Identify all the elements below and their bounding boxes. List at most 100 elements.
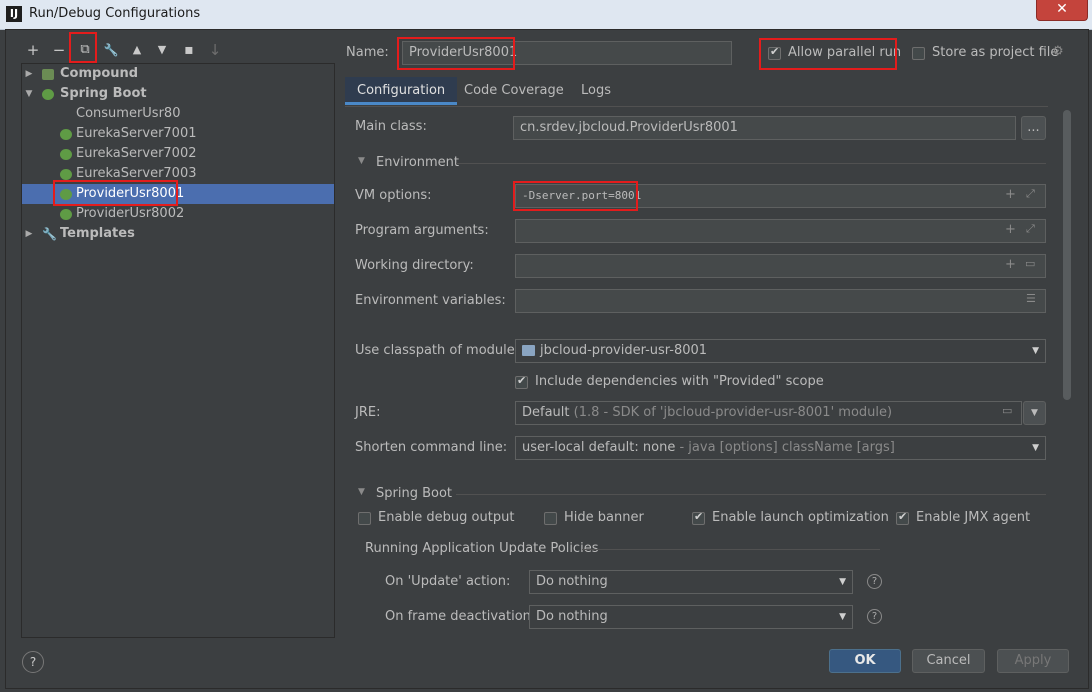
jre-dropdown-button[interactable]: ▼ (1023, 401, 1046, 425)
close-button[interactable]: ✕ (1036, 0, 1088, 21)
jmx-checkbox[interactable] (896, 510, 909, 525)
classpath-label: Use classpath of module: (355, 343, 520, 358)
spring-boot-icon (42, 89, 54, 100)
new-folder-button[interactable]: ▪ (179, 41, 199, 59)
tree-label: Templates (60, 226, 135, 241)
spring-boot-icon (60, 169, 72, 180)
gear-icon[interactable]: ⚙ (1052, 44, 1064, 59)
policies-title: Running Application Update Policies (365, 541, 599, 556)
add-config-button[interactable]: + (23, 41, 43, 59)
ok-button[interactable]: OK (829, 649, 901, 673)
help-button[interactable]: ? (22, 651, 44, 673)
env-vars-input[interactable] (515, 289, 1046, 313)
launch-opt-checkbox[interactable] (692, 510, 705, 525)
help-icon[interactable]: ? (867, 574, 882, 589)
app-icon: IJ (6, 6, 22, 22)
collapse-arrow-icon[interactable]: ▼ (358, 487, 365, 497)
edit-list-icon[interactable]: ☰ (1026, 292, 1036, 305)
tree-node-templates[interactable]: ▶ 🔧 Templates (22, 224, 334, 244)
highlight-parallel-run (759, 38, 897, 70)
apply-button[interactable]: Apply (997, 649, 1069, 673)
tree-label: EurekaServer7001 (76, 126, 197, 141)
chevron-down-icon: ▼ (1032, 346, 1039, 356)
chevron-down-icon: ▼ (1032, 443, 1039, 453)
highlight-name-input (397, 37, 515, 70)
jmx-label: Enable JMX agent (916, 510, 1031, 525)
collapse-arrow-icon[interactable]: ▼ (358, 156, 365, 166)
spring-boot-icon (60, 129, 72, 140)
env-vars-label: Environment variables: (355, 293, 506, 308)
shorten-hint: - java [options] className [args] (679, 440, 895, 455)
jre-value: Default (522, 405, 570, 420)
cancel-button[interactable]: Cancel (912, 649, 985, 673)
edit-defaults-button[interactable]: 🔧 (101, 41, 121, 59)
working-dir-label: Working directory: (355, 258, 474, 273)
jre-input[interactable]: Default (1.8 - SDK of 'jbcloud-provider-… (515, 401, 1022, 425)
tree-item-consumer[interactable]: ConsumerUsr80 (22, 104, 334, 124)
update-action-value: Do nothing (536, 574, 608, 589)
main-class-input[interactable]: cn.srdev.jbcloud.ProviderUsr8001 (513, 116, 1016, 140)
frame-deactivation-value: Do nothing (536, 609, 608, 624)
classpath-dropdown[interactable]: jbcloud-provider-usr-8001 ▼ (515, 339, 1046, 363)
spring-boot-icon (60, 209, 72, 220)
expand-arrow-icon[interactable]: ▶ (24, 64, 34, 84)
hide-banner-checkbox[interactable] (544, 512, 557, 525)
shorten-dropdown[interactable]: user-local default: none - java [options… (515, 436, 1046, 460)
tree-node-compound[interactable]: ▶ Compound (22, 64, 334, 84)
remove-config-button[interactable]: − (49, 41, 69, 59)
tree-item-eureka7002[interactable]: EurekaServer7002 (22, 144, 334, 164)
highlight-selected-config (53, 180, 178, 206)
collapse-arrow-icon[interactable]: ▼ (24, 84, 34, 104)
folder-icon[interactable]: ▭ (1002, 404, 1012, 417)
plus-icon[interactable]: + (1005, 222, 1016, 237)
divider (456, 494, 1046, 495)
tab-configuration[interactable]: Configuration (345, 77, 458, 105)
plus-icon[interactable]: + (1005, 257, 1016, 272)
tree-node-spring-boot[interactable]: ▼ Spring Boot (22, 84, 334, 104)
scrollbar[interactable] (1063, 110, 1071, 400)
classpath-value: jbcloud-provider-usr-8001 (540, 343, 708, 358)
plus-icon[interactable]: + (1005, 187, 1016, 202)
store-project-checkbox[interactable] (912, 47, 925, 60)
tab-logs[interactable]: Logs (569, 77, 623, 105)
program-args-input[interactable] (515, 219, 1046, 243)
highlight-vm-options (513, 181, 638, 211)
enable-debug-label: Enable debug output (378, 510, 515, 525)
chevron-down-icon: ▼ (839, 577, 846, 587)
tab-bar: Configuration Code Coverage Logs (345, 77, 1048, 107)
configuration-tree: ▶ Compound ▼ Spring Boot ConsumerUsr80 E… (21, 63, 335, 638)
tree-label: ProviderUsr8002 (76, 206, 185, 221)
tab-code-coverage[interactable]: Code Coverage (452, 77, 576, 105)
move-down-button[interactable]: ▼ (152, 41, 172, 59)
main-class-label: Main class: (355, 119, 427, 134)
launch-opt-label: Enable launch optimization (712, 510, 889, 525)
folder-icon[interactable]: ▭ (1025, 257, 1035, 270)
tree-label: Spring Boot (60, 86, 147, 101)
move-up-button[interactable]: ▲ (127, 41, 147, 59)
update-action-dropdown[interactable]: Do nothing ▼ (529, 570, 853, 594)
sort-button[interactable]: ↓ (205, 41, 225, 59)
tree-item-provider8002[interactable]: ProviderUsr8002 (22, 204, 334, 224)
include-deps-checkbox[interactable] (515, 374, 528, 389)
highlight-copy-button (69, 32, 97, 63)
compound-icon (42, 69, 54, 80)
store-project-label: Store as project file (932, 45, 1059, 60)
expand-icon[interactable]: ⤢ (1026, 222, 1035, 236)
tree-label: EurekaServer7002 (76, 146, 197, 161)
tree-item-eureka7001[interactable]: EurekaServer7001 (22, 124, 334, 144)
name-label: Name: (346, 45, 389, 60)
frame-deactivation-dropdown[interactable]: Do nothing ▼ (529, 605, 853, 629)
frame-deactivation-label: On frame deactivation: (385, 609, 536, 624)
browse-main-class-button[interactable]: ... (1021, 116, 1046, 140)
help-icon[interactable]: ? (867, 609, 882, 624)
working-dir-input[interactable] (515, 254, 1046, 278)
update-action-label: On 'Update' action: (385, 574, 511, 589)
expand-arrow-icon[interactable]: ▶ (24, 224, 34, 244)
chevron-down-icon: ▼ (839, 612, 846, 622)
wrench-icon: 🔧 (42, 227, 57, 241)
enable-debug-checkbox[interactable] (358, 512, 371, 525)
hide-banner-label: Hide banner (564, 510, 644, 525)
include-deps-label: Include dependencies with "Provided" sco… (535, 374, 824, 389)
divider (456, 163, 1046, 164)
expand-icon[interactable]: ⤢ (1026, 187, 1035, 201)
